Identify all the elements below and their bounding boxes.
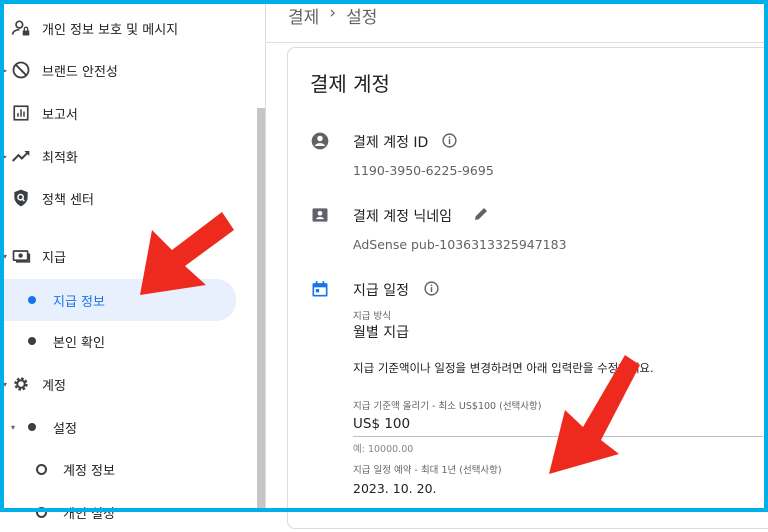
chevron-right-icon[interactable]: ▸	[3, 152, 7, 161]
red-arrow-annotation-sidebar	[140, 212, 234, 295]
card-title: 결제 계정	[310, 72, 390, 96]
sidebar-item-settings[interactable]: ▾ 설정	[0, 407, 256, 447]
payment-method-value: 월별 지급	[353, 325, 409, 341]
chevron-right-icon: ›	[329, 3, 337, 23]
breadcrumb-current: 설정	[346, 8, 378, 28]
policy-shield-icon	[10, 187, 32, 209]
edit-pencil-icon[interactable]	[472, 205, 490, 227]
sidebar-item-label: 최적화	[42, 150, 78, 166]
sidebar-item-label: 개인 정보 보호 및 메시지	[42, 22, 179, 38]
sidebar-item-label: 계정	[42, 378, 66, 394]
sidebar-item-privacy-messages[interactable]: 개인 정보 보호 및 메시지	[0, 8, 256, 48]
sidebar-item-label: 브랜드 안전성	[42, 64, 118, 80]
info-icon[interactable]	[441, 132, 458, 153]
payments-icon	[10, 245, 32, 267]
chevron-down-icon[interactable]: ▾	[3, 380, 7, 389]
account-id-value: 1190-3950-6225-9695	[353, 163, 494, 178]
schedule-date-input[interactable]: 2023. 10. 20.	[353, 481, 437, 496]
nickname-value: AdSense pub-1036313325947183	[353, 237, 567, 252]
bullet-outline-icon	[36, 463, 47, 475]
sidebar-item-label: 보고서	[42, 107, 78, 123]
trending-up-icon	[10, 145, 32, 167]
bullet-outline-icon	[36, 506, 47, 518]
sidebar-item-optimization[interactable]: ▸ 최적화	[0, 136, 256, 176]
report-icon	[10, 102, 32, 124]
nickname-label: 결제 계정 닉네임	[353, 209, 453, 225]
breadcrumb: 결제 › 설정	[288, 3, 377, 28]
threshold-hint: 예: 10000.00	[353, 444, 414, 455]
threshold-caption: 지급 기준액 올리기 - 최소 US$100 (선택사항)	[353, 401, 542, 412]
sidebar-item-reports[interactable]: 보고서	[0, 93, 256, 133]
sidebar-item-label: 지급 정보	[53, 294, 105, 310]
bullet-icon	[28, 423, 36, 431]
red-arrow-annotation-card	[549, 355, 640, 474]
bullet-icon	[28, 337, 36, 345]
sidebar-item-label: 정책 센터	[42, 192, 94, 208]
account-id-label: 결제 계정 ID	[353, 135, 429, 151]
person-lock-icon	[10, 17, 32, 39]
sidebar-item-brand-safety[interactable]: ▸ 브랜드 안전성	[0, 50, 256, 90]
chevron-right-icon[interactable]: ▸	[3, 66, 7, 75]
bullet-icon	[28, 296, 36, 304]
sidebar-item-account[interactable]: ▾ 계정	[0, 364, 256, 404]
sidebar-item-label: 지급	[42, 250, 66, 266]
block-icon	[10, 59, 32, 81]
payment-method-caption: 지급 방식	[353, 311, 391, 322]
info-icon[interactable]	[423, 280, 440, 301]
gear-icon	[10, 373, 32, 395]
sidebar-scrollbar[interactable]	[257, 108, 265, 512]
sidebar-item-identity-verification[interactable]: 본인 확인	[0, 321, 256, 361]
sidebar-item-account-info[interactable]: 계정 정보	[0, 449, 256, 489]
schedule-label: 지급 일정	[353, 283, 409, 299]
sidebar-item-personal-settings[interactable]: 개인 설정	[0, 492, 256, 532]
chevron-down-icon[interactable]: ▾	[3, 252, 7, 261]
sidebar-item-label: 본인 확인	[53, 335, 105, 351]
breadcrumb-parent[interactable]: 결제	[288, 3, 319, 28]
schedule-date-caption: 지급 일정 예약 - 최대 1년 (선택사항)	[353, 465, 502, 476]
badge-icon	[310, 205, 330, 225]
sidebar-item-label: 개인 설정	[63, 506, 115, 522]
account-circle-icon	[310, 131, 330, 151]
chevron-down-icon[interactable]: ▾	[11, 423, 15, 432]
sidebar-item-label: 계정 정보	[63, 463, 115, 479]
sidebar-item-label: 설정	[53, 421, 77, 437]
calendar-icon	[310, 279, 330, 299]
threshold-input[interactable]: US$ 100	[353, 416, 410, 432]
